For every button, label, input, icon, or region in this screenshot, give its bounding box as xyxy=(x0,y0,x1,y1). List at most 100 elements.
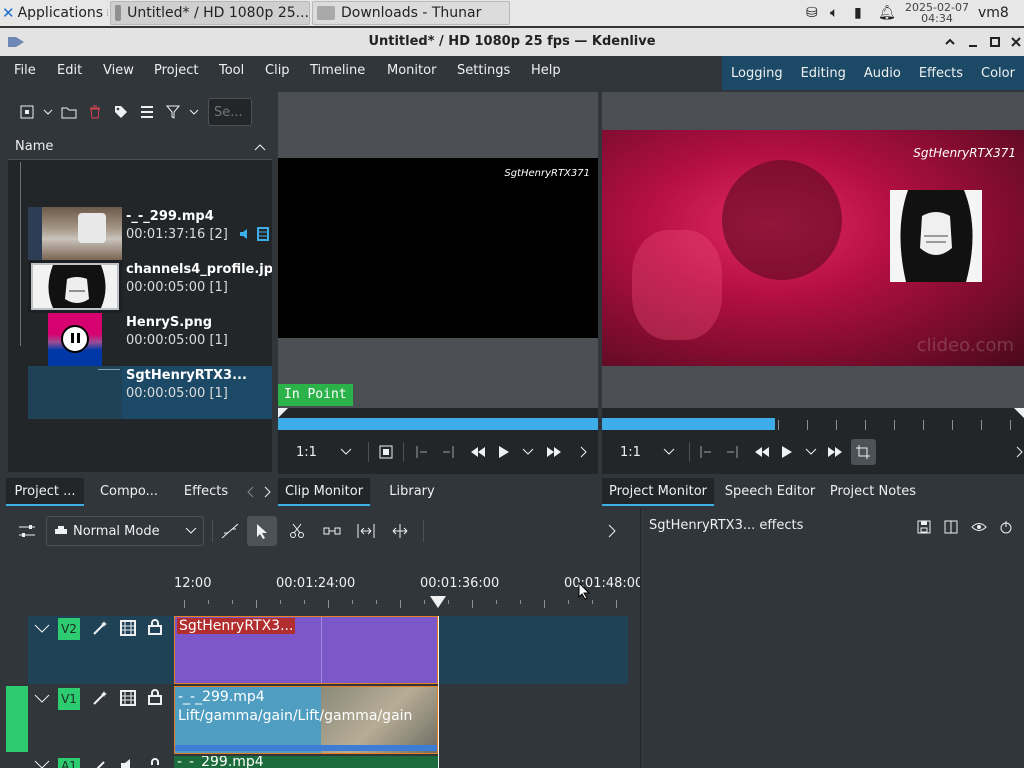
delete-clip-button[interactable] xyxy=(82,99,108,125)
bin-item-selected[interactable]: SgtHenryRTX3... 00:00:05:00 [1] xyxy=(28,366,272,419)
speaker-icon[interactable] xyxy=(120,758,136,768)
edit-mode-select[interactable]: Normal Mode xyxy=(46,516,204,546)
bin-item-image[interactable]: HenryS.png 00:00:05:00 [1] xyxy=(28,313,272,366)
tab-project-monitor[interactable]: Project Monitor xyxy=(602,478,714,506)
clip-monitor-ruler[interactable] xyxy=(278,408,598,430)
lock-icon[interactable] xyxy=(148,758,162,768)
filter-dropdown[interactable] xyxy=(186,99,202,125)
layout-logging[interactable]: Logging xyxy=(731,66,783,81)
task-kdenlive[interactable]: Untitled* / HD 1080p 25... xyxy=(110,1,310,25)
menu-timeline[interactable]: Timeline xyxy=(310,56,365,90)
project-monitor-canvas[interactable]: SgtHenryRTX371 clideo.com xyxy=(602,92,1024,408)
menu-clip[interactable]: Clip xyxy=(265,56,290,90)
chevron-down-icon[interactable] xyxy=(805,447,817,457)
tab-compositions[interactable]: Compo... xyxy=(88,478,170,506)
close-button[interactable] xyxy=(1008,33,1024,51)
menu-edit[interactable]: Edit xyxy=(57,56,82,90)
user-name[interactable]: vm8 xyxy=(978,5,1009,21)
tab-project-notes[interactable]: Project Notes xyxy=(826,478,920,506)
layout-effects[interactable]: Effects xyxy=(919,66,963,81)
collapse-chevron-icon[interactable] xyxy=(34,694,50,704)
clip-a1[interactable]: -_-_299.mp4 xyxy=(174,756,438,768)
add-clip-dropdown[interactable] xyxy=(40,99,56,125)
add-clip-button[interactable] xyxy=(14,99,40,125)
menu-view[interactable]: View xyxy=(103,56,134,90)
clip-v2[interactable]: SgtHenryRTX3... xyxy=(174,616,438,684)
tab-library[interactable]: Library xyxy=(374,478,450,506)
chevron-right-icon[interactable] xyxy=(262,486,272,498)
lock-icon[interactable] xyxy=(148,619,162,635)
clip-monitor-canvas[interactable]: SgtHenryRTX371 In Point xyxy=(278,92,598,408)
chevron-left-icon[interactable] xyxy=(246,486,256,498)
track-label-v1[interactable]: V1 xyxy=(58,688,80,710)
layout-editing[interactable]: Editing xyxy=(801,66,846,81)
tab-effects[interactable]: Effects xyxy=(174,478,238,506)
menu-settings[interactable]: Settings xyxy=(457,56,510,90)
tab-project-bin[interactable]: Project ... xyxy=(6,478,84,506)
chevron-down-icon[interactable] xyxy=(663,447,675,457)
lock-icon[interactable] xyxy=(148,689,162,705)
save-effect-icon[interactable] xyxy=(917,520,931,534)
effects-wand-icon[interactable] xyxy=(92,758,108,768)
chevron-down-icon[interactable] xyxy=(340,447,352,457)
chevron-right-icon[interactable] xyxy=(580,446,588,458)
bin-column-header[interactable]: Name xyxy=(8,134,272,160)
volume-icon[interactable]: 🔈︎ xyxy=(830,5,854,21)
filter-button[interactable] xyxy=(160,99,186,125)
clip-v1[interactable]: -_-_299.mp4 Lift/gamma/gain/Lift/gamma/g… xyxy=(174,686,438,754)
selection-tool-button[interactable] xyxy=(247,516,277,546)
menu-help[interactable]: Help xyxy=(531,56,561,90)
effects-wand-icon[interactable] xyxy=(92,620,108,636)
task-thunar[interactable]: Downloads - Thunar xyxy=(312,1,510,25)
chevron-right-icon[interactable] xyxy=(608,524,616,538)
menu-project[interactable]: Project xyxy=(154,56,198,90)
layout-audio[interactable]: Audio xyxy=(864,66,901,81)
maximize-button[interactable] xyxy=(986,33,1004,51)
bin-menu-button[interactable] xyxy=(134,99,160,125)
fullscreen-icon[interactable] xyxy=(379,445,393,459)
film-icon[interactable] xyxy=(120,690,136,706)
timeline-ruler[interactable]: 12:00 00:01:24:00 00:01:36:00 00:01:48:0… xyxy=(174,570,643,610)
playhead-icon[interactable] xyxy=(430,596,446,608)
audio-icon[interactable] xyxy=(239,228,251,240)
project-monitor-ruler[interactable] xyxy=(602,408,1024,430)
collapse-chevron-icon[interactable] xyxy=(34,624,50,634)
chevron-right-icon[interactable] xyxy=(1016,446,1024,458)
zoom-select[interactable]: 1:1 xyxy=(620,445,649,460)
bin-item-image[interactable]: channels4_profile.jpg 00:00:05:00 [1] xyxy=(28,260,272,313)
set-out-point-icon[interactable] xyxy=(726,445,740,459)
bin-item-video[interactable]: -_-_299.mp4 00:01:37:16 [2] xyxy=(28,207,272,260)
play-icon[interactable] xyxy=(498,445,510,459)
set-out-point-icon[interactable] xyxy=(442,445,456,459)
bin-search-input[interactable] xyxy=(208,98,252,126)
eye-icon[interactable] xyxy=(971,520,987,534)
spacer-tool-icon[interactable] xyxy=(221,523,239,539)
minimize-button[interactable] xyxy=(964,33,982,51)
effects-wand-icon[interactable] xyxy=(92,690,108,706)
film-icon[interactable] xyxy=(120,620,136,636)
zoom-select[interactable]: 1:1 xyxy=(296,445,326,460)
track-label-v2[interactable]: V2 xyxy=(58,618,80,640)
crop-button[interactable] xyxy=(850,439,877,465)
slip-tool-icon[interactable] xyxy=(323,525,341,537)
rewind-icon[interactable] xyxy=(754,446,770,458)
notification-bell-icon[interactable]: 🔔︎ xyxy=(878,5,902,21)
tag-button[interactable] xyxy=(108,99,134,125)
applications-menu[interactable]: ✕ Applications ≡ xyxy=(2,0,108,26)
timeline-settings-icon[interactable] xyxy=(18,523,36,539)
collapse-chevron-icon[interactable] xyxy=(34,760,50,768)
chevron-down-icon[interactable] xyxy=(522,447,534,457)
fast-forward-icon[interactable] xyxy=(546,446,562,458)
compare-split-icon[interactable] xyxy=(944,520,958,534)
power-icon[interactable] xyxy=(999,520,1013,534)
track-label-a1[interactable]: A1 xyxy=(58,758,80,768)
battery-icon[interactable]: ▮ xyxy=(854,5,878,21)
ripple-tool-icon[interactable] xyxy=(357,523,375,539)
roll-tool-icon[interactable] xyxy=(391,523,409,539)
razor-icon[interactable] xyxy=(289,523,305,539)
menu-file[interactable]: File xyxy=(14,56,36,90)
network-icon[interactable]: ⛁ xyxy=(806,5,830,21)
clock[interactable]: 2025-02-07 04:34 xyxy=(902,2,972,24)
new-folder-button[interactable] xyxy=(56,99,82,125)
menu-monitor[interactable]: Monitor xyxy=(387,56,436,90)
